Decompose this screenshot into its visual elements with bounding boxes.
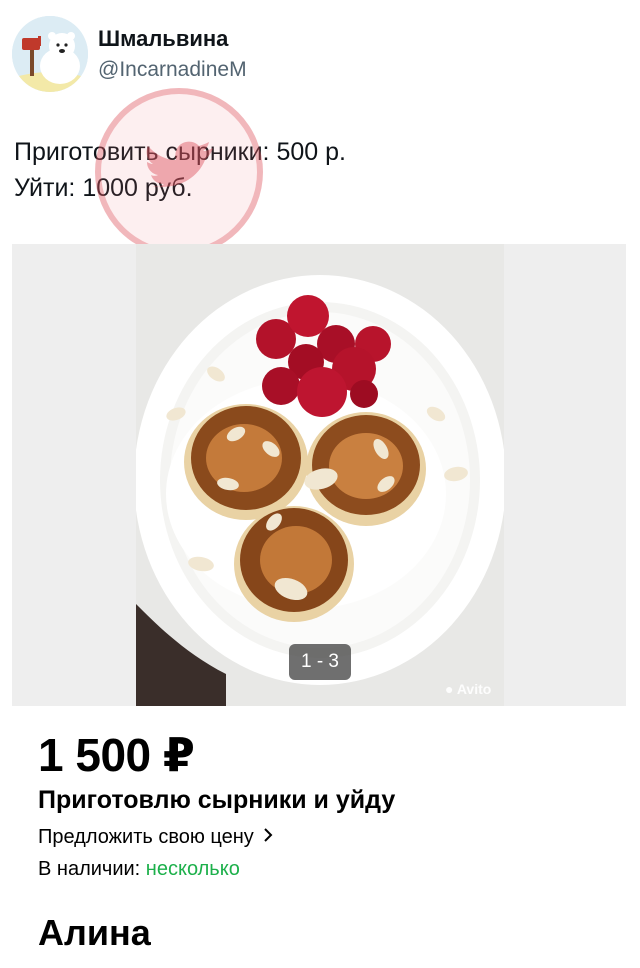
ad-title: Приготовлю сырники и уйду [38, 786, 396, 814]
stock-status: В наличии: несколько [38, 858, 240, 881]
price: 1 500 ₽ [38, 729, 195, 781]
offer-price-label: Предложить свою цену [38, 826, 254, 848]
photo-counter: 1 - 3 [289, 644, 351, 680]
listing-photo[interactable] [136, 244, 504, 706]
seller-name[interactable]: Алина [38, 912, 151, 954]
stock-label: В наличии: [38, 858, 141, 880]
offer-price-link[interactable]: Предложить свою цену [38, 826, 273, 849]
avito-watermark-label: Avito [456, 681, 492, 697]
author-handle[interactable]: @IncarnadineM [98, 58, 247, 82]
stock-value: несколько [145, 858, 240, 880]
avito-logo-icon: ● [445, 681, 454, 697]
avatar[interactable] [12, 16, 88, 92]
author-name[interactable]: Шмальвина [98, 26, 228, 52]
avito-watermark: ● Avito [445, 681, 491, 697]
chevron-right-icon [263, 826, 273, 849]
twitter-bird-icon [95, 88, 263, 256]
